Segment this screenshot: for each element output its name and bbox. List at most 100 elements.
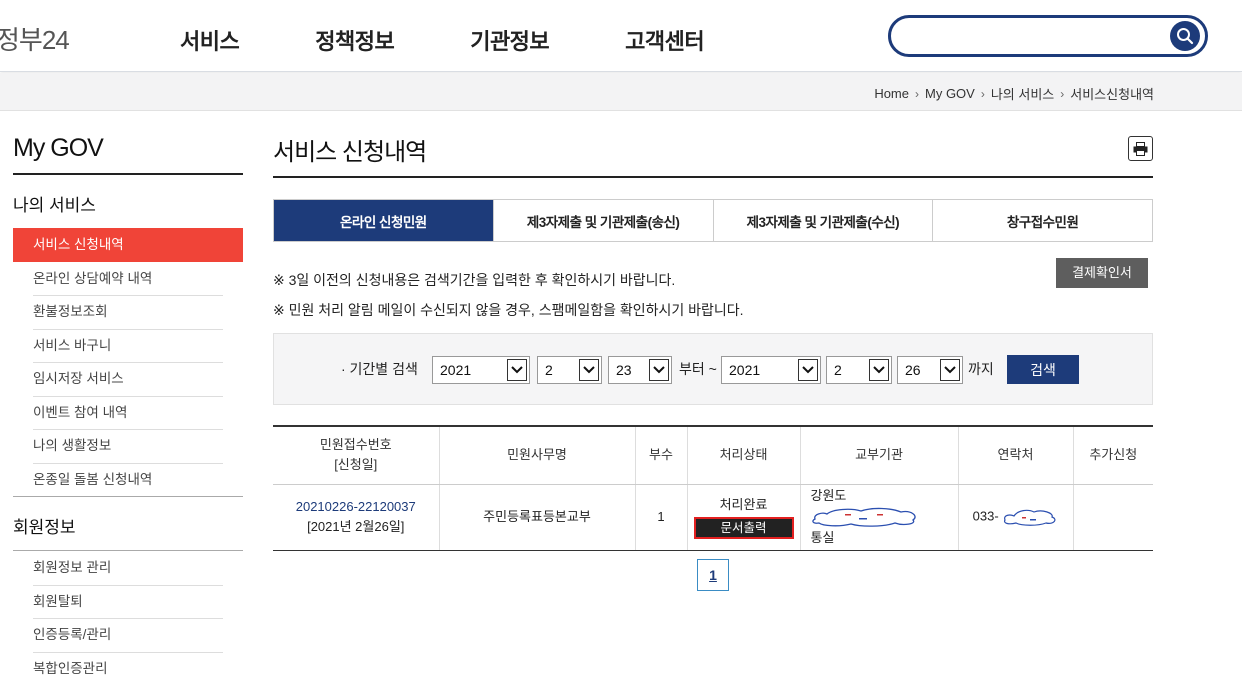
cell-status: 처리완료 문서출력: [686, 484, 800, 551]
nav-policy[interactable]: 정책정보: [315, 24, 394, 56]
chevron-down-icon: [649, 359, 669, 381]
cell-receipt-no: 20210226-22120037 [2021년 2월26일]: [273, 484, 439, 551]
redacted-mark: [811, 507, 916, 527]
sidebar-group-member[interactable]: 회원정보: [13, 497, 243, 551]
chevron-right-icon: ›: [915, 86, 919, 101]
col-receipt-no-line2: [신청일]: [334, 457, 378, 473]
pagination-page-1[interactable]: 1: [697, 559, 729, 591]
tab-online[interactable]: 온라인 신청민원: [274, 200, 493, 241]
sidebar-item-service-basket[interactable]: 서비스 바구니: [13, 328, 243, 363]
tab-bar: 온라인 신청민원 제3자제출 및 기관제출(송신) 제3자제출 및 기관제출(수…: [273, 199, 1153, 242]
from-day-value: 23: [616, 362, 632, 378]
period-search-button[interactable]: 검색: [1007, 355, 1079, 384]
breadcrumb-current[interactable]: 서비스신청내역: [1070, 84, 1154, 103]
breadcrumb-bar: Home › My GOV › 나의 서비스 › 서비스신청내역: [0, 73, 1242, 111]
col-status: 처리상태: [686, 425, 800, 485]
site-header: 정부24 서비스 정책정보 기관정보 고객센터: [0, 0, 1242, 72]
from-month-select[interactable]: 2: [537, 356, 602, 384]
period-filter: · 기간별 검색 2021 2 23 부터 ~ 2021 2 26 까지 검색: [273, 333, 1153, 405]
search-input[interactable]: [905, 24, 1165, 48]
cell-service-name: 주민등록표등본교부: [438, 484, 635, 551]
to-month-value: 2: [834, 362, 842, 378]
to-month-select[interactable]: 2: [826, 356, 892, 384]
sidebar-item-care[interactable]: 온종일 돌봄 신청내역: [13, 462, 243, 497]
from-year-value: 2021: [440, 362, 472, 378]
cell-org: 강원도 통실: [799, 484, 958, 551]
receipt-date: [2021년 2월26일]: [307, 519, 405, 534]
breadcrumb-home[interactable]: Home: [874, 86, 909, 101]
col-receipt-no-line1: 민원접수번호: [319, 437, 392, 453]
org-prefix: 강원도: [810, 488, 847, 503]
sidebar-item-consult-reservation[interactable]: 온라인 상담예약 내역: [13, 262, 243, 296]
sidebar-group-my-service[interactable]: 나의 서비스: [13, 175, 243, 228]
tab-third-party-send[interactable]: 제3자제출 및 기관제출(송신): [492, 200, 713, 241]
chevron-down-icon: [869, 359, 889, 381]
col-contact: 연락처: [957, 425, 1073, 485]
search-button[interactable]: [1170, 21, 1200, 51]
sidebar-title: My GOV: [13, 134, 243, 175]
sidebar-item-member-manage[interactable]: 회원정보 관리: [13, 551, 243, 585]
sidebar-item-service-history[interactable]: 서비스 신청내역: [13, 228, 243, 262]
redacted-mark: [1004, 509, 1056, 526]
col-receipt-no: 민원접수번호 [신청일]: [273, 425, 439, 485]
nav-customer-center[interactable]: 고객센터: [625, 24, 704, 56]
chevron-down-icon: [798, 359, 818, 381]
breadcrumb-my-service[interactable]: 나의 서비스: [991, 84, 1054, 103]
chevron-down-icon: [507, 359, 527, 381]
search-box: [888, 15, 1208, 57]
to-text: 까지: [968, 361, 994, 377]
sidebar-item-refund[interactable]: 환불정보조회: [13, 295, 243, 329]
page-title: 서비스 신청내역: [273, 139, 427, 166]
table-header-row: 민원접수번호 [신청일] 민원사무명 부수 처리상태 교부기관 연락처 추가신청: [273, 425, 1153, 485]
table-row: 20210226-22120037 [2021년 2월26일] 주민등록표등본교…: [273, 484, 1153, 551]
to-day-select[interactable]: 26: [897, 356, 963, 384]
chevron-down-icon: [579, 359, 599, 381]
print-button[interactable]: [1128, 136, 1153, 161]
page-title-wrap: 서비스 신청내역: [273, 132, 1153, 178]
sidebar-list-my-service: 서비스 신청내역 온라인 상담예약 내역 환불정보조회 서비스 바구니 임시저장…: [13, 228, 243, 497]
cell-copies: 1: [634, 484, 687, 551]
history-table: 민원접수번호 [신청일] 민원사무명 부수 처리상태 교부기관 연락처 추가신청…: [273, 425, 1153, 551]
main-content: 서비스 신청내역 온라인 신청민원 제3자제출 및 기관제출(송신) 제3자제출…: [273, 112, 1153, 591]
chevron-down-icon: [940, 359, 960, 381]
print-document-button[interactable]: 문서출력: [693, 517, 794, 539]
site-logo[interactable]: 정부24: [0, 20, 70, 57]
col-extra: 추가신청: [1072, 425, 1153, 485]
filter-label: · 기간별 검색: [341, 361, 418, 377]
breadcrumb-mygov[interactable]: My GOV: [925, 86, 975, 101]
cell-extra: [1072, 484, 1153, 551]
payment-receipt-button[interactable]: 결제확인서: [1056, 258, 1148, 288]
sidebar-item-temp-saved[interactable]: 임시저장 서비스: [13, 362, 243, 396]
notice-block: ※ 3일 이전의 신청내용은 검색기간을 입력한 후 확인하시기 바랍니다. ※…: [273, 258, 1153, 325]
col-copies: 부수: [634, 425, 687, 485]
notice-line-2: ※ 민원 처리 알림 메일이 수신되지 않을 경우, 스팸메일함을 확인하시기 …: [273, 302, 744, 318]
printer-icon: [1133, 141, 1148, 156]
receipt-no-link[interactable]: 20210226-22120037: [273, 497, 439, 517]
chevron-right-icon: ›: [980, 86, 985, 101]
chevron-right-icon: ›: [1060, 86, 1065, 101]
to-year-select[interactable]: 2021: [721, 356, 821, 384]
sidebar-item-life-info[interactable]: 나의 생활정보: [13, 429, 243, 463]
global-nav: 서비스 정책정보 기관정보 고객센터: [180, 24, 780, 56]
from-text: 부터 ~: [679, 361, 717, 377]
from-day-select[interactable]: 23: [608, 356, 672, 384]
sidebar: My GOV 나의 서비스 서비스 신청내역 온라인 상담예약 내역 환불정보조…: [13, 112, 243, 680]
notice-line-1: ※ 3일 이전의 신청내용은 검색기간을 입력한 후 확인하시기 바랍니다.: [273, 272, 676, 288]
from-year-select[interactable]: 2021: [432, 356, 530, 384]
tab-window[interactable]: 창구접수민원: [932, 200, 1152, 241]
col-service-name: 민원사무명: [438, 425, 635, 485]
sidebar-item-event[interactable]: 이벤트 참여 내역: [13, 395, 243, 430]
from-month-value: 2: [545, 362, 553, 378]
cell-contact: 033-: [957, 484, 1073, 551]
tab-third-party-receive[interactable]: 제3자제출 및 기관제출(수신): [712, 200, 933, 241]
sidebar-list-member: 회원정보 관리 회원탈퇴 인증등록/관리 복합인증관리: [13, 551, 243, 680]
to-year-value: 2021: [729, 362, 761, 378]
sidebar-item-multi-auth[interactable]: 복합인증관리: [13, 651, 243, 680]
nav-services[interactable]: 서비스: [180, 24, 240, 56]
sidebar-item-certificate[interactable]: 인증등록/관리: [13, 618, 243, 652]
org-suffix: 통실: [810, 530, 835, 545]
nav-agency[interactable]: 기관정보: [470, 24, 549, 56]
sidebar-item-withdraw[interactable]: 회원탈퇴: [13, 584, 243, 619]
to-day-value: 26: [905, 362, 921, 378]
breadcrumb: Home › My GOV › 나의 서비스 › 서비스신청내역: [874, 84, 1154, 103]
